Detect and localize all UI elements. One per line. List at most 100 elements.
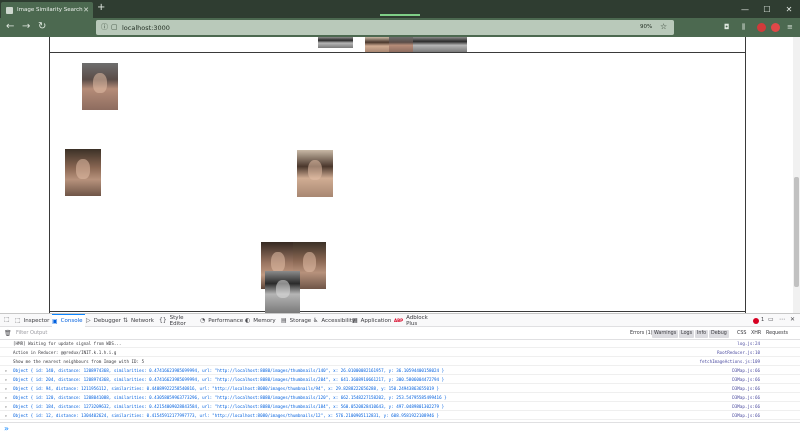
console-row[interactable]: ▸ Object { id: 12, distance: 1304402624,…	[0, 412, 800, 421]
map-left-border	[49, 37, 50, 313]
image-thumbnail[interactable]	[318, 37, 353, 48]
console-object[interactable]: Object { id: 120, distance: 1208041088, …	[13, 395, 447, 400]
expand-arrow-icon[interactable]: ▸	[5, 395, 8, 400]
expand-arrow-icon[interactable]: ▸	[5, 368, 8, 373]
pocket-icon[interactable]: ◘	[724, 22, 730, 32]
expand-arrow-icon[interactable]: ▸	[5, 386, 8, 391]
source-link[interactable]: D3Map.js:66	[732, 386, 760, 391]
trash-icon[interactable]: 🗑	[4, 330, 12, 337]
image-thumbnail[interactable]	[82, 63, 118, 110]
console-row[interactable]: ▸ Object { id: 120, distance: 1208041088…	[0, 394, 800, 403]
network-icon: ⇅	[123, 317, 129, 324]
tab-application[interactable]: ▦ Application	[352, 314, 392, 327]
tab-bar: Image Similarity Search Project ✕ + — ☐ …	[0, 0, 800, 18]
extension-ublock-icon[interactable]	[771, 23, 780, 32]
tab-accessibility[interactable]: ♿ Accessibility	[313, 314, 357, 327]
source-link[interactable]: RootReducer.js:10	[717, 350, 760, 355]
filter-logs[interactable]: Logs	[679, 330, 695, 338]
dock-icon[interactable]: ▭	[768, 316, 774, 324]
page-content	[0, 37, 800, 313]
filter-debug[interactable]: Debug	[709, 330, 729, 338]
image-thumbnail[interactable]	[265, 271, 300, 313]
source-link[interactable]: log.js:24	[737, 341, 760, 346]
zoom-level[interactable]: 90%	[640, 24, 652, 30]
options-icon[interactable]: ⋯	[779, 316, 785, 324]
tab-inspector[interactable]: ⬚ Inspector	[15, 314, 52, 327]
scrollbar-thumb[interactable]	[794, 177, 799, 287]
url-bar[interactable]: ⓘ ▢ localhost:3000 90% ☆	[96, 20, 674, 35]
console-row[interactable]: ▸ Object { id: 94, distance: 1211956112,…	[0, 385, 800, 394]
console-row[interactable]: ▸ Object { id: 140, distance: 1208974368…	[0, 367, 800, 376]
tab-title: Image Similarity Search Project	[17, 7, 83, 13]
console-object[interactable]: Object { id: 184, distance: 1273209632, …	[13, 404, 444, 409]
image-thumbnail[interactable]	[65, 149, 101, 196]
expand-arrow-icon[interactable]: ▸	[5, 377, 8, 382]
back-icon[interactable]: ←	[6, 21, 14, 33]
header-divider	[49, 52, 746, 53]
url-text[interactable]: localhost:3000	[122, 24, 170, 32]
extension-abp-icon[interactable]	[757, 23, 766, 32]
console-input[interactable]: »	[0, 422, 800, 434]
page-icon: ▢	[111, 23, 118, 31]
reload-icon[interactable]: ↻	[38, 21, 46, 33]
tab-console[interactable]: ▣ Console	[52, 314, 85, 327]
tab-label: Adblock Plus	[406, 314, 428, 327]
close-icon[interactable]: ✕	[778, 0, 800, 18]
console-object[interactable]: Object { id: 204, distance: 1208974368, …	[13, 377, 444, 382]
filter-warnings[interactable]: Warnings	[652, 330, 679, 338]
console-object[interactable]: Object { id: 94, distance: 1211956112, s…	[13, 386, 439, 391]
filter-info[interactable]: Info	[695, 330, 709, 338]
expand-arrow-icon[interactable]: ▸	[5, 404, 8, 409]
tab-performance[interactable]: ◔ Performance	[200, 314, 244, 327]
tab-network[interactable]: ⇅ Network	[123, 314, 156, 327]
console-object[interactable]: Object { id: 12, distance: 1304402624, s…	[13, 413, 439, 418]
tab-close-icon[interactable]: ✕	[83, 6, 89, 14]
tab-adblock-plus[interactable]: ABP Adblock Plus	[394, 314, 438, 327]
close-devtools-icon[interactable]: ✕	[790, 316, 795, 324]
source-link[interactable]: D3Map.js:66	[732, 368, 760, 373]
console-row[interactable]: ▸ Object { id: 204, distance: 1208974368…	[0, 376, 800, 385]
library-icon[interactable]: ⫼	[742, 22, 745, 32]
image-thumbnail[interactable]	[413, 37, 443, 52]
source-link[interactable]: D3Map.js:66	[732, 395, 760, 400]
browser-tab[interactable]: Image Similarity Search Project ✕	[1, 2, 93, 18]
maximize-icon[interactable]: ☐	[756, 0, 778, 18]
expand-arrow-icon[interactable]: ▸	[5, 413, 8, 418]
console-object[interactable]: Object { id: 140, distance: 1208974368, …	[13, 368, 444, 373]
page-scrollbar[interactable]	[793, 37, 800, 313]
console-prompt-icon: »	[4, 424, 9, 433]
console-row[interactable]: ▸ Object { id: 184, distance: 1273209632…	[0, 403, 800, 412]
tab-label: Inspector	[23, 317, 50, 324]
new-tab-button[interactable]: +	[97, 3, 105, 13]
element-picker-icon[interactable]: ⬚	[4, 316, 10, 324]
source-link[interactable]: fetchImageActions.js:109	[699, 359, 760, 364]
filter-xhr[interactable]: XHR	[749, 330, 763, 338]
filter-errors[interactable]: Errors (1)	[628, 330, 655, 338]
tab-style-editor[interactable]: {} Style Editor	[159, 314, 201, 327]
image-thumbnail[interactable]	[365, 37, 389, 52]
error-count: 1	[761, 317, 765, 323]
image-thumbnail[interactable]	[443, 37, 467, 52]
error-badge-icon[interactable]	[753, 318, 759, 324]
info-icon[interactable]: ⓘ	[101, 23, 108, 31]
filter-css[interactable]: CSS	[735, 330, 748, 338]
bookmark-star-icon[interactable]: ☆	[660, 22, 667, 31]
filter-requests[interactable]: Requests	[764, 330, 790, 338]
forward-icon[interactable]: →	[22, 21, 30, 33]
console-output: [HMR] Waiting for update signal from WDS…	[0, 340, 800, 422]
console-message: Show me the nearest neighbours from Imag…	[13, 359, 145, 364]
filter-output-input[interactable]: Filter Output	[16, 330, 47, 337]
tab-debugger[interactable]: ▷ Debugger	[86, 314, 122, 327]
image-thumbnail[interactable]	[389, 37, 413, 52]
source-link[interactable]: D3Map.js:66	[732, 377, 760, 382]
menu-icon[interactable]: ≡	[787, 22, 793, 32]
tab-storage[interactable]: ▤ Storage	[281, 314, 314, 327]
console-icon: ▣	[52, 317, 58, 325]
minimize-icon[interactable]: —	[734, 0, 756, 18]
tab-memory[interactable]: ◐ Memory	[245, 314, 280, 327]
source-link[interactable]: D3Map.js:66	[732, 404, 760, 409]
adblock-icon: ABP	[394, 318, 404, 323]
image-thumbnail[interactable]	[297, 150, 333, 197]
source-link[interactable]: D3Map.js:66	[732, 413, 760, 418]
devtools-tab-bar: ⬚ ⬚ Inspector ▣ Console ▷ Debugger ⇅ Net…	[0, 314, 800, 327]
